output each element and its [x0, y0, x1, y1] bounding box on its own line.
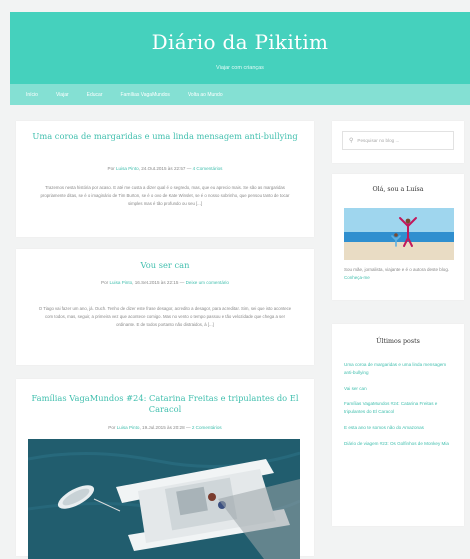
- nav-item-educar[interactable]: Educar: [87, 92, 103, 98]
- post-author-link[interactable]: Luisa Pinto: [109, 280, 132, 285]
- nav-item-volta-ao-mundo[interactable]: Volta ao Mundo: [188, 92, 223, 98]
- recent-posts-list: Uma coroa de margaridas e uma linda mens…: [344, 358, 456, 451]
- post-comments-link[interactable]: 4 Comentários: [193, 166, 223, 171]
- post-meta: Por Luisa Pinto, 24.Out.2015 às 22:57 — …: [107, 166, 223, 171]
- about-widget: Olá, sou a Luísa Sou mãe, jornalista, vi…: [332, 174, 464, 300]
- post-date: 16.Set.2015 às 22:15: [134, 280, 179, 285]
- post-title[interactable]: Uma coroa de margaridas e uma linda mens…: [24, 131, 306, 142]
- about-link[interactable]: Conheça-me: [344, 275, 370, 280]
- post-comments-link[interactable]: 2 Comentários: [192, 425, 222, 430]
- post-meta: Por Luisa Pinto, 16.Set.2015 às 22:15 — …: [101, 280, 229, 285]
- nav-item-familias-vagamundos[interactable]: Famílias VagaMundos: [121, 92, 170, 98]
- post-author-link[interactable]: Luisa Pinto: [117, 425, 140, 430]
- post-comments-link[interactable]: Deixe um comentário: [186, 280, 229, 285]
- recent-post-link[interactable]: Uma coroa de margaridas e uma linda mens…: [344, 358, 456, 380]
- post-title[interactable]: Famílias VagaMundos #24: Catarina Freita…: [24, 393, 306, 415]
- site-header: Diário da Pikitim Viajar com crianças: [10, 12, 470, 84]
- post-card: Uma coroa de margaridas e uma linda mens…: [16, 121, 314, 237]
- meta-separator: —: [179, 280, 185, 285]
- nav-item-inicio[interactable]: Início: [26, 92, 38, 98]
- post-author-link[interactable]: Luisa Pinto: [116, 166, 139, 171]
- search-input[interactable]: ⚲ Pesquisar no blog ...: [342, 131, 454, 150]
- beach-photo: [344, 208, 454, 260]
- search-icon: ⚲: [349, 138, 354, 144]
- post-date: 19.Jul.2015 às 20:28: [142, 425, 185, 430]
- search-placeholder: Pesquisar no blog ...: [357, 138, 400, 143]
- meta-prefix: Por: [101, 280, 109, 285]
- recent-post-link[interactable]: Famílias VagaMundos #24: Catarina Freita…: [344, 397, 456, 419]
- nav-item-viajar[interactable]: Viajar: [56, 92, 69, 98]
- post-title[interactable]: Vou ser can: [24, 260, 306, 271]
- meta-prefix: Por: [107, 166, 115, 171]
- post-excerpt: O Tiago vai fazer um ano, já. Ouch. Tenh…: [38, 306, 292, 328]
- recent-post-link[interactable]: Vai ser can: [344, 382, 456, 396]
- meta-prefix: Por: [108, 425, 116, 430]
- site-tagline: Viajar com crianças: [216, 65, 264, 71]
- meta-separator: —: [185, 425, 191, 430]
- about-description: Sou mãe, jornalista, viajante e é o auto…: [344, 267, 450, 272]
- post-excerpt: Trazemos nesta história por acaso. E até…: [40, 185, 290, 207]
- site-title[interactable]: Diário da Pikitim: [10, 30, 470, 54]
- post-featured-image[interactable]: [28, 439, 300, 559]
- recent-posts-widget: Últimos posts Uma coroa de margaridas e …: [332, 324, 464, 526]
- meta-separator: —: [186, 166, 192, 171]
- about-text: Sou mãe, jornalista, viajante e é o auto…: [344, 266, 454, 281]
- catamaran-aerial-photo: [28, 439, 300, 559]
- post-date: 24.Out.2015 às 22:57: [141, 166, 186, 171]
- post-card: Famílias VagaMundos #24: Catarina Freita…: [16, 379, 314, 559]
- search-widget: ⚲ Pesquisar no blog ...: [332, 121, 464, 163]
- widget-title: Últimos posts: [376, 338, 420, 345]
- widget-title: Olá, sou a Luísa: [372, 186, 424, 193]
- main-nav: Início Viajar Educar Famílias VagaMundos…: [10, 84, 470, 105]
- recent-post-link[interactable]: Diário de viagem #23: Os Golfinhos de Mo…: [344, 437, 456, 451]
- about-photo: [344, 208, 454, 260]
- post-card: Vou ser can Por Luisa Pinto, 16.Set.2015…: [16, 249, 314, 365]
- recent-post-link[interactable]: E esta ano te somos não do Amazonas: [344, 421, 456, 435]
- post-meta: Por Luisa Pinto, 19.Jul.2015 às 20:28 — …: [108, 425, 222, 430]
